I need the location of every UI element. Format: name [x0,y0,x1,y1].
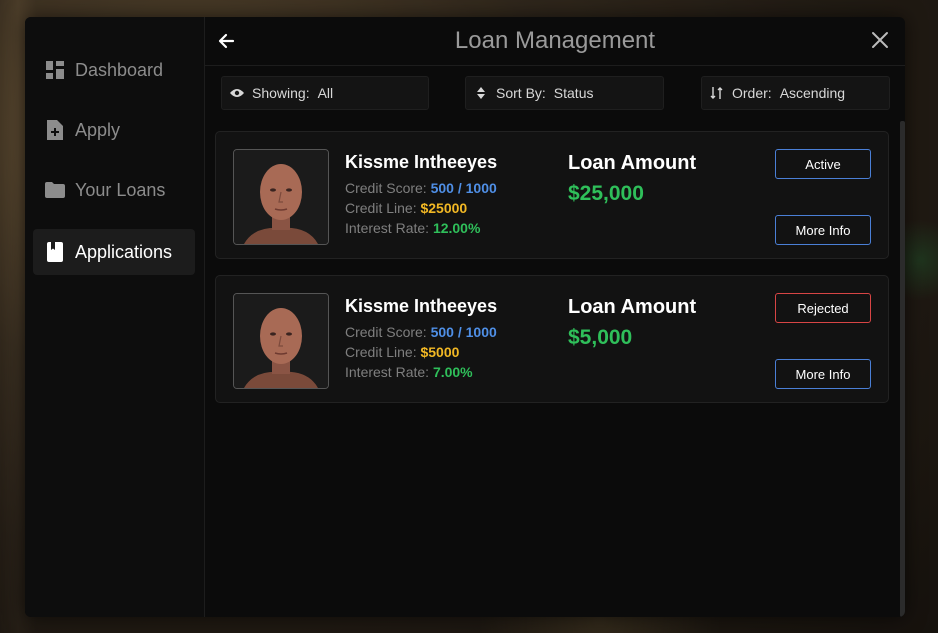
close-icon[interactable] [871,31,889,49]
sidebar-item-applications[interactable]: Applications [33,229,195,275]
loan-amount-value: $5,000 [568,326,633,349]
sidebar-item-label: Your Loans [75,179,166,200]
loan-amount-label: Loan Amount [568,296,697,318]
more-info-button[interactable]: More Info [775,215,871,245]
showing-filter[interactable]: Showing: All [221,76,429,110]
eye-icon [230,86,244,100]
more-info-button[interactable]: More Info [775,359,871,389]
interest-rate-value: 12.00% [432,220,481,236]
sidebar-item-label: Apply [75,119,121,140]
showing-label: Showing: [252,85,310,101]
status-badge[interactable]: Active [775,149,871,179]
credit-line-row: Credit Line: $25000 [345,200,467,216]
sidebar-item-dashboard[interactable]: Dashboard [33,47,195,93]
main-panel: Loan Management Showing: All Sort By: St… [205,17,905,617]
credit-line-row: Credit Line: $5000 [345,344,459,360]
scrollbar[interactable] [900,121,905,617]
book-icon [45,242,65,262]
interest-rate-label: Interest Rate: [345,364,430,380]
sort-filter[interactable]: Sort By: Status [465,76,664,110]
sort-icon [474,86,488,100]
sidebar-item-label: Dashboard [75,59,164,80]
credit-score-label: Credit Score: [345,180,427,196]
sidebar-item-apply[interactable]: Apply [33,107,195,153]
order-icon [710,86,724,100]
interest-rate-row: Interest Rate: 7.00% [345,364,473,380]
credit-line-label: Credit Line: [345,200,417,216]
interest-rate-label: Interest Rate: [345,220,430,236]
sidebar: Dashboard Apply Your Loans Applications [25,17,205,617]
applicant-name: Kissme Intheeyes [345,152,498,172]
credit-score-value: 500 / 1000 [430,324,497,340]
avatar [233,293,329,389]
order-label: Order: [732,85,772,101]
credit-score-row: Credit Score: 500 / 1000 [345,324,497,340]
showing-value: All [317,85,334,101]
page-title: Loan Management [454,27,656,54]
credit-score-label: Credit Score: [345,324,427,340]
application-card: Kissme Intheeyes Credit Score: 500 / 100… [215,275,889,403]
credit-score-row: Credit Score: 500 / 1000 [345,180,497,196]
credit-score-value: 500 / 1000 [430,180,497,196]
credit-line-value: $5000 [420,344,460,360]
application-card: Kissme Intheeyes Credit Score: 500 / 100… [215,131,889,259]
loan-window: Dashboard Apply Your Loans Applications [25,17,905,617]
file-plus-icon [45,120,65,140]
loan-amount-value: $25,000 [568,182,644,205]
header: Loan Management [205,17,905,66]
avatar [233,149,329,245]
credit-line-label: Credit Line: [345,344,417,360]
sidebar-item-label: Applications [75,241,173,262]
sidebar-item-your-loans[interactable]: Your Loans [33,167,195,213]
order-value: Ascending [779,85,846,101]
folder-icon [45,180,65,200]
credit-line-value: $25000 [420,200,468,216]
dashboard-icon [45,60,65,80]
applicant-name: Kissme Intheeyes [345,296,498,316]
sort-label: Sort By: [496,85,546,101]
sort-value: Status [553,85,594,101]
interest-rate-value: 7.00% [432,364,473,380]
order-filter[interactable]: Order: Ascending [701,76,890,110]
status-badge[interactable]: Rejected [775,293,871,323]
loan-amount-label: Loan Amount [568,152,697,174]
interest-rate-row: Interest Rate: 12.00% [345,220,480,236]
